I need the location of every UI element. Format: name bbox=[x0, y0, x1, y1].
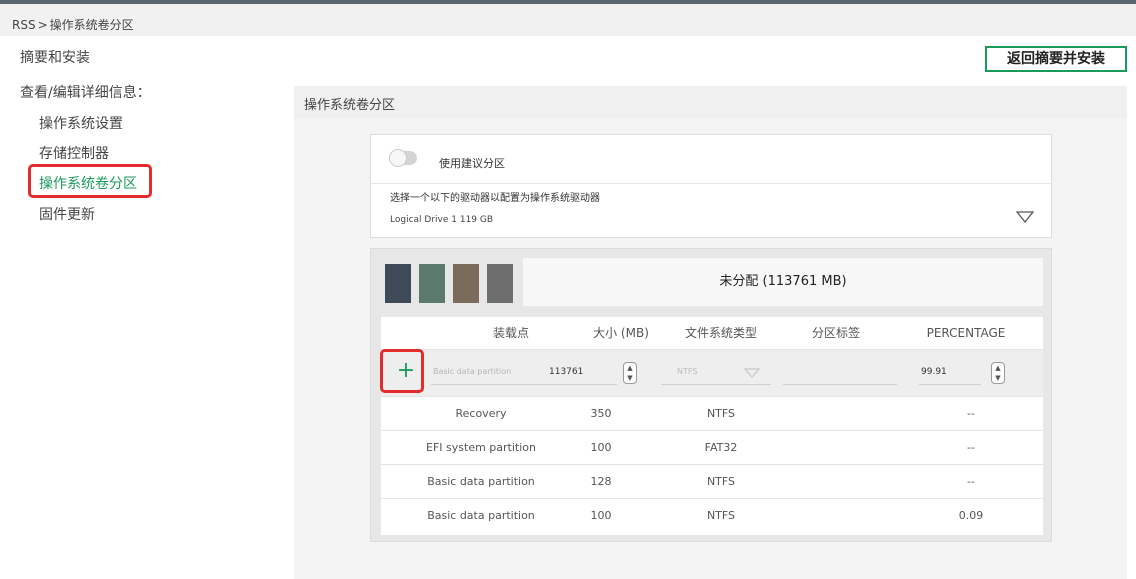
return-summary-button[interactable]: 返回摘要并安装 bbox=[985, 46, 1127, 72]
breadcrumb-bar: RSS > 操作系统卷分区 bbox=[0, 4, 1136, 36]
nav-item-storage-controller[interactable]: 存储控制器 bbox=[39, 143, 109, 163]
cell-mount: EFI system partition bbox=[426, 441, 536, 454]
fs-type-select[interactable]: NTFS bbox=[661, 359, 771, 385]
unallocated-bar: 未分配 (113761 MB) bbox=[523, 258, 1043, 306]
cell-percent: -- bbox=[967, 407, 975, 420]
chevron-down-icon[interactable] bbox=[744, 368, 760, 378]
section-title: 操作系统卷分区 bbox=[304, 98, 396, 113]
breadcrumb-current: 操作系统卷分区 bbox=[49, 18, 134, 32]
nav-item-os-settings[interactable]: 操作系统设置 bbox=[39, 113, 123, 133]
cell-percent: -- bbox=[967, 441, 975, 454]
cell-size: 350 bbox=[590, 407, 612, 420]
nav-highlight-box bbox=[28, 164, 152, 198]
unallocated-label: 未分配 (113761 MB) bbox=[719, 274, 847, 289]
cell-mount: Recovery bbox=[455, 407, 507, 420]
suggested-partition-toggle[interactable] bbox=[389, 149, 417, 167]
cell-size: 100 bbox=[590, 509, 612, 522]
cell-fs: FAT32 bbox=[704, 441, 738, 454]
partition-table: 装载点 大小 (MB) 文件系统类型 分区标签 PERCENTAGE + ▲ ▼… bbox=[381, 317, 1043, 535]
cell-mount: Basic data partition bbox=[427, 509, 535, 522]
chevron-down-icon[interactable]: ▼ bbox=[624, 373, 636, 383]
chevron-up-icon[interactable]: ▲ bbox=[992, 363, 1004, 373]
new-partition-row: + ▲ ▼ NTFS ▲ ▼ bbox=[381, 350, 1043, 396]
partition-panel: 未分配 (113761 MB) 装载点 大小 (MB) 文件系统类型 分区标签 … bbox=[370, 248, 1052, 542]
fs-type-placeholder: NTFS bbox=[677, 367, 698, 376]
cell-size: 128 bbox=[590, 475, 612, 488]
table-row: Basic data partition 100 NTFS 0.09 bbox=[381, 498, 1043, 532]
summary-title[interactable]: 摘要和安装 bbox=[20, 47, 90, 67]
cell-fs: NTFS bbox=[706, 509, 736, 522]
nav-item-firmware-update[interactable]: 固件更新 bbox=[39, 204, 95, 224]
breadcrumb-separator: > bbox=[37, 18, 48, 32]
percentage-input[interactable] bbox=[919, 359, 981, 385]
cell-mount: Basic data partition bbox=[427, 475, 535, 488]
size-input[interactable] bbox=[547, 359, 617, 385]
drive-instruction: 选择一个以下的驱动器以配置为操作系统驱动器 bbox=[390, 193, 600, 204]
swatch-1 bbox=[385, 264, 411, 303]
chevron-up-icon[interactable]: ▲ bbox=[624, 363, 636, 373]
table-row: EFI system partition 100 FAT32 -- bbox=[381, 430, 1043, 464]
cell-percent: 0.09 bbox=[958, 509, 984, 522]
swatch-3 bbox=[453, 264, 479, 303]
chevron-down-icon[interactable]: ▼ bbox=[992, 373, 1004, 383]
details-label: 查看/编辑详细信息： bbox=[20, 85, 151, 101]
partition-label-input[interactable] bbox=[783, 359, 897, 385]
toggle-knob bbox=[389, 149, 407, 167]
add-partition-highlight-box bbox=[380, 349, 424, 393]
cell-size: 100 bbox=[590, 441, 612, 454]
table-row: Basic data partition 128 NTFS -- bbox=[381, 464, 1043, 498]
card-divider bbox=[371, 183, 1051, 184]
swatch-2 bbox=[419, 264, 445, 303]
size-stepper[interactable]: ▲ ▼ bbox=[623, 362, 637, 384]
section-header: 操作系统卷分区 bbox=[294, 86, 1127, 118]
col-fs-type: 文件系统类型 bbox=[684, 326, 757, 340]
drive-card: 使用建议分区 选择一个以下的驱动器以配置为操作系统驱动器 Logical Dri… bbox=[370, 134, 1052, 238]
table-row: Recovery 350 NTFS -- bbox=[381, 396, 1043, 430]
cell-fs: NTFS bbox=[706, 475, 736, 488]
drive-select[interactable]: Logical Drive 1 119 GB bbox=[390, 215, 493, 225]
col-partition-label: 分区标签 bbox=[811, 326, 860, 340]
breadcrumb-root[interactable]: RSS bbox=[12, 18, 36, 32]
cell-percent: -- bbox=[967, 475, 975, 488]
percentage-stepper[interactable]: ▲ ▼ bbox=[991, 362, 1005, 384]
toggle-label: 使用建议分区 bbox=[439, 157, 505, 170]
mount-point-input[interactable] bbox=[431, 359, 551, 385]
swatch-4 bbox=[487, 264, 513, 303]
cell-fs: NTFS bbox=[706, 407, 736, 420]
chevron-down-icon[interactable] bbox=[1016, 211, 1034, 223]
col-percentage: PERCENTAGE bbox=[926, 326, 1006, 340]
breadcrumb: RSS > 操作系统卷分区 bbox=[12, 16, 134, 33]
